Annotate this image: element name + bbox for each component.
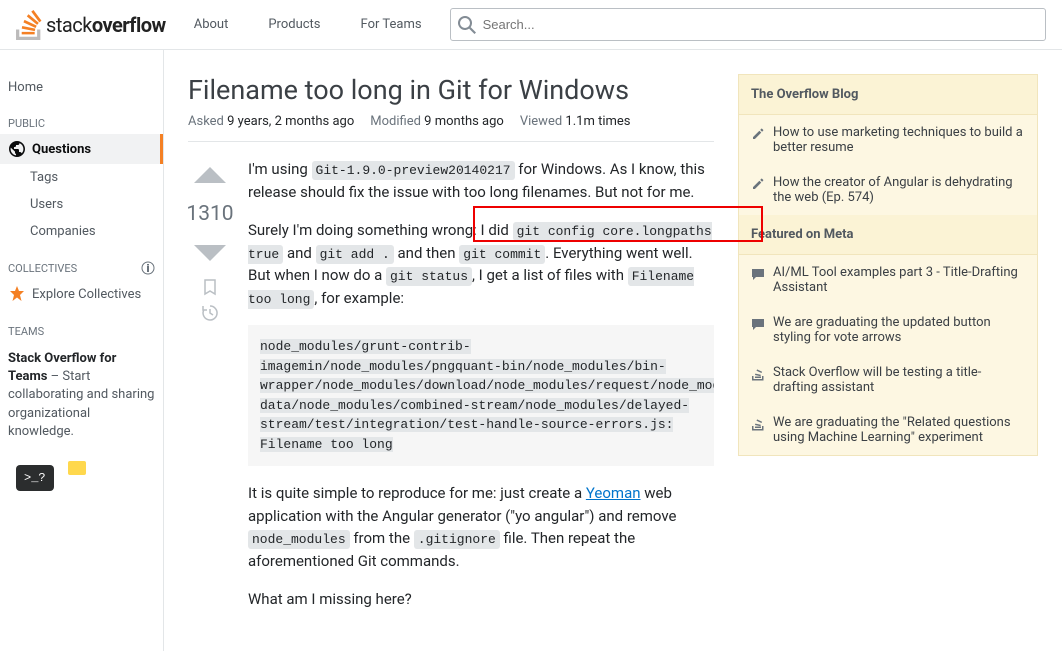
question-title: Filename too long in Git for Windows (188, 74, 714, 106)
sidebar-item-companies[interactable]: Companies (0, 218, 163, 245)
question-meta: Asked 9 years, 2 months ago Modified 9 m… (188, 114, 714, 142)
rightbar: The Overflow Blog How to use marketing t… (738, 74, 1038, 627)
logo[interactable]: stackoverflow (16, 10, 166, 40)
info-icon[interactable] (141, 261, 155, 275)
meta-icon (751, 267, 765, 281)
widget-heading: Featured on Meta (739, 215, 1037, 255)
blog-item[interactable]: How to use marketing techniques to build… (739, 115, 1037, 165)
meta-item[interactable]: We are graduating the updated button sty… (739, 305, 1037, 355)
blog-item[interactable]: How the creator of Angular is dehydratin… (739, 165, 1037, 215)
sidebar-item-explore-collectives[interactable]: Explore Collectives (0, 279, 163, 309)
inline-code: git add . (316, 245, 394, 264)
paragraph: What am I missing here? (248, 588, 714, 611)
question-content: I'm using Git-1.9.0-preview20140217 for … (248, 158, 714, 627)
layout: Home PUBLIC Questions Tags Users Compani… (0, 50, 1062, 651)
meta-item-text: We are graduating the "Related questions… (773, 415, 1025, 445)
meta-item-text: Stack Overflow will be testing a title-d… (773, 365, 1025, 395)
sidebar-item-users[interactable]: Users (0, 191, 163, 218)
pencil-icon (751, 177, 765, 191)
yeoman-link[interactable]: Yeoman (586, 484, 641, 502)
main: Filename too long in Git for Windows Ask… (164, 50, 1062, 651)
topbar: stackoverflow About Products For Teams (0, 0, 1062, 50)
for-teams-link[interactable]: For Teams (349, 11, 434, 38)
vote-controls: 1310 (188, 158, 232, 627)
question: Filename too long in Git for Windows Ask… (188, 74, 714, 627)
sidebar-item-questions[interactable]: Questions (0, 134, 163, 164)
meta-item-text: We are graduating the updated button sty… (773, 315, 1025, 345)
search-wrap (450, 8, 1046, 41)
sidebar-label: Questions (32, 142, 91, 157)
inline-code: Git-1.9.0-preview20140217 (312, 161, 515, 180)
search-input[interactable] (450, 8, 1046, 41)
stackoverflow-small-icon (751, 367, 765, 381)
paragraph: It is quite simple to reproduce for me: … (248, 482, 714, 572)
meta-item-text: AI/ML Tool examples part 3 - Title-Draft… (773, 265, 1025, 295)
meta-icon (751, 317, 765, 331)
meta-item[interactable]: Stack Overflow will be testing a title-d… (739, 355, 1037, 405)
logo-text: stackoverflow (46, 13, 166, 37)
vote-count: 1310 (186, 202, 233, 226)
about-link[interactable]: About (182, 11, 241, 38)
meta-item[interactable]: AI/ML Tool examples part 3 - Title-Draft… (739, 255, 1037, 305)
asked-meta: Asked 9 years, 2 months ago (188, 114, 354, 129)
stackoverflow-small-icon (751, 417, 765, 431)
products-link[interactable]: Products (256, 11, 332, 38)
stackoverflow-icon (16, 10, 42, 40)
sidebar: Home PUBLIC Questions Tags Users Compani… (0, 50, 164, 651)
viewed-meta: Viewed 1.1m times (520, 114, 631, 129)
terminal-icon: >_? (16, 465, 54, 491)
widget-heading: The Overflow Blog (739, 75, 1037, 115)
modified-meta[interactable]: Modified 9 months ago (370, 114, 504, 129)
downvote-icon[interactable] (192, 234, 228, 270)
sidebar-heading-collectives: COLLECTIVES (0, 245, 163, 279)
overflow-blog-widget: The Overflow Blog How to use marketing t… (738, 74, 1038, 456)
blog-item-text: How the creator of Angular is dehydratin… (773, 175, 1025, 205)
history-icon[interactable] (201, 304, 219, 322)
inline-code: .gitignore (414, 530, 500, 549)
sidebar-heading-teams: TEAMS (0, 309, 163, 342)
paragraph: I'm using Git-1.9.0-preview20140217 for … (248, 158, 714, 203)
globe-icon (8, 140, 26, 158)
bookmark-icon[interactable] (201, 278, 219, 296)
pencil-icon (751, 127, 765, 141)
chat-bubble-icon (68, 461, 86, 475)
code-block: node_modules/grunt-contrib-imagemin/node… (248, 325, 714, 466)
teams-promo-text: Stack Overflow for Teams – Start collabo… (0, 342, 163, 449)
question-body: 1310 I'm using Git-1.9.0-preview20140217… (188, 158, 714, 627)
star-icon (8, 285, 26, 303)
inline-code: git commit (459, 245, 545, 264)
blog-item-text: How to use marketing techniques to build… (773, 125, 1025, 155)
sidebar-home[interactable]: Home (0, 74, 163, 101)
sidebar-item-tags[interactable]: Tags (0, 164, 163, 191)
upvote-icon[interactable] (192, 158, 228, 194)
sidebar-heading-public: PUBLIC (0, 101, 163, 134)
meta-item[interactable]: We are graduating the "Related questions… (739, 405, 1037, 455)
paragraph: Surely I'm doing something wrong: I did … (248, 219, 714, 309)
search-icon (458, 16, 476, 34)
teams-promo-graphic: >_? (8, 457, 155, 499)
inline-code: node_modules (248, 530, 350, 549)
inline-code: git status (386, 267, 472, 286)
sidebar-label: Explore Collectives (32, 287, 141, 302)
